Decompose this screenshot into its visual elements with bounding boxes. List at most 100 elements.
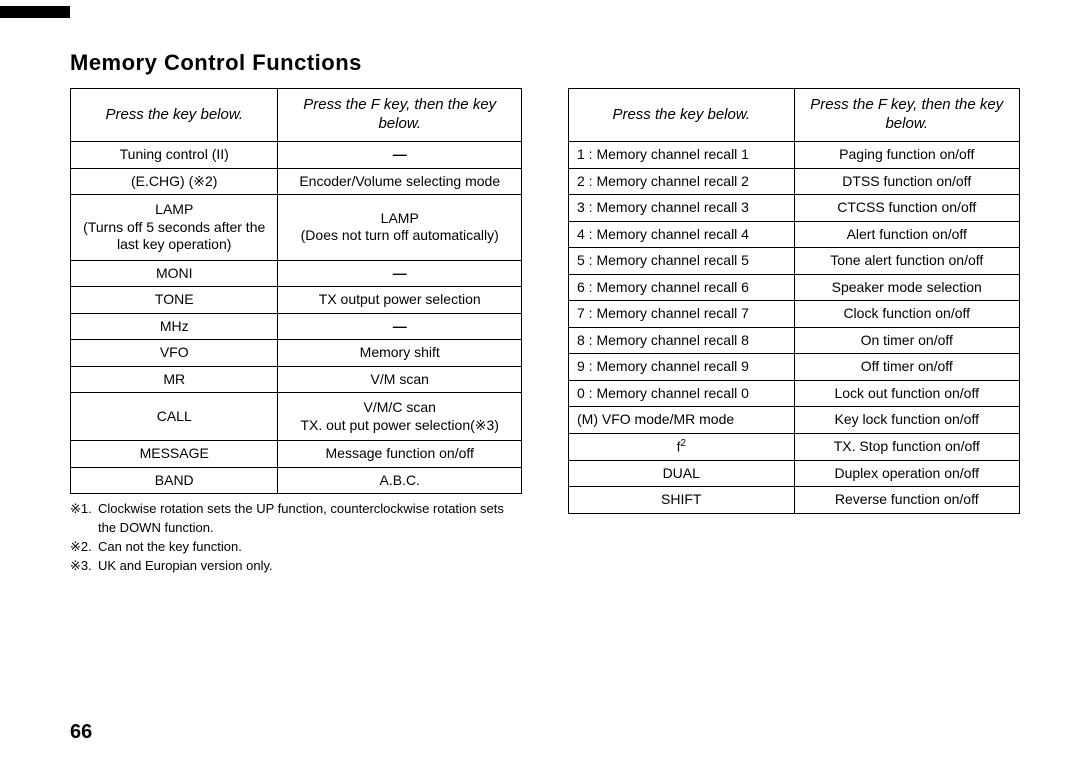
table-row: 2 : Memory channel recall 2DTSS function… bbox=[569, 168, 1020, 195]
key-cell: (M) VFO mode/MR mode bbox=[569, 407, 795, 434]
fkey-cell: Reverse function on/off bbox=[794, 487, 1020, 514]
key-cell: MR bbox=[71, 366, 278, 393]
footnotes: ※1.Clockwise rotation sets the UP functi… bbox=[70, 500, 522, 575]
fkey-cell: V/M scan bbox=[278, 366, 522, 393]
fkey-cell: Clock function on/off bbox=[794, 301, 1020, 328]
footnote-symbol: ※3. bbox=[70, 557, 98, 576]
key-cell: MESSAGE bbox=[71, 441, 278, 468]
header-press-key: Press the key below. bbox=[569, 89, 795, 142]
table-row: MHz— bbox=[71, 313, 522, 340]
fkey-cell: TX output power selection bbox=[278, 287, 522, 314]
footnote-symbol: ※1. bbox=[70, 500, 98, 538]
fkey-cell: DTSS function on/off bbox=[794, 168, 1020, 195]
key-cell: 5 : Memory channel recall 5 bbox=[569, 248, 795, 275]
key-cell: BAND bbox=[71, 467, 278, 494]
key-cell: 0 : Memory channel recall 0 bbox=[569, 380, 795, 407]
key-cell: (E.CHG) (※2) bbox=[71, 168, 278, 195]
fkey-cell: — bbox=[278, 313, 522, 340]
table-row: Tuning control (II)— bbox=[71, 142, 522, 169]
fkey-cell: LAMP(Does not turn off automatically) bbox=[278, 195, 522, 261]
footnote-text: Clockwise rotation sets the UP function,… bbox=[98, 500, 522, 538]
fkey-cell: Duplex operation on/off bbox=[794, 460, 1020, 487]
table-header-row: Press the key below. Press the F key, th… bbox=[569, 89, 1020, 142]
key-cell: 4 : Memory channel recall 4 bbox=[569, 221, 795, 248]
header-press-f-key: Press the F key, then the key below. bbox=[278, 89, 522, 142]
fkey-cell: Tone alert function on/off bbox=[794, 248, 1020, 275]
table-row: CALLV/M/C scanTX. out put power selectio… bbox=[71, 393, 522, 441]
key-cell: 7 : Memory channel recall 7 bbox=[569, 301, 795, 328]
left-column: Press the key below. Press the F key, th… bbox=[70, 88, 522, 575]
table-row: TONETX output power selection bbox=[71, 287, 522, 314]
page-number: 66 bbox=[70, 721, 92, 744]
key-cell: 3 : Memory channel recall 3 bbox=[569, 195, 795, 222]
key-cell: VFO bbox=[71, 340, 278, 367]
manual-page: Memory Control Functions Press the key b… bbox=[0, 0, 1080, 766]
key-cell: MHz bbox=[71, 313, 278, 340]
table-row: 3 : Memory channel recall 3CTCSS functio… bbox=[569, 195, 1020, 222]
table-row: 0 : Memory channel recall 0Lock out func… bbox=[569, 380, 1020, 407]
table-row: 9 : Memory channel recall 9Off timer on/… bbox=[569, 354, 1020, 381]
key-cell: LAMP(Turns off 5 seconds after the last … bbox=[71, 195, 278, 261]
fkey-cell: On timer on/off bbox=[794, 327, 1020, 354]
table-row: 8 : Memory channel recall 8On timer on/o… bbox=[569, 327, 1020, 354]
key-cell: 6 : Memory channel recall 6 bbox=[569, 274, 795, 301]
key-cell: SHIFT bbox=[569, 487, 795, 514]
fkey-cell: — bbox=[278, 260, 522, 287]
fkey-cell: Memory shift bbox=[278, 340, 522, 367]
table-row: (M) VFO mode/MR modeKey lock function on… bbox=[569, 407, 1020, 434]
footnote: ※3.UK and Europian version only. bbox=[70, 557, 522, 576]
fkey-cell: V/M/C scanTX. out put power selection(※3… bbox=[278, 393, 522, 441]
key-cell: CALL bbox=[71, 393, 278, 441]
table-row: 4 : Memory channel recall 4Alert functio… bbox=[569, 221, 1020, 248]
footnote-text: UK and Europian version only. bbox=[98, 557, 273, 576]
functions-table-right: Press the key below. Press the F key, th… bbox=[568, 88, 1020, 514]
fkey-cell: Speaker mode selection bbox=[794, 274, 1020, 301]
fkey-cell: — bbox=[278, 142, 522, 169]
table-row: (E.CHG) (※2)Encoder/Volume selecting mod… bbox=[71, 168, 522, 195]
table-header-row: Press the key below. Press the F key, th… bbox=[71, 89, 522, 142]
table-row: 7 : Memory channel recall 7Clock functio… bbox=[569, 301, 1020, 328]
table-row: BANDA.B.C. bbox=[71, 467, 522, 494]
header-press-f-key: Press the F key, then the key below. bbox=[794, 89, 1020, 142]
key-cell: 8 : Memory channel recall 8 bbox=[569, 327, 795, 354]
fkey-cell: Off timer on/off bbox=[794, 354, 1020, 381]
fkey-cell: Lock out function on/off bbox=[794, 380, 1020, 407]
fkey-cell: Message function on/off bbox=[278, 441, 522, 468]
fkey-cell: A.B.C. bbox=[278, 467, 522, 494]
footnote-symbol: ※2. bbox=[70, 538, 98, 557]
content-columns: Press the key below. Press the F key, th… bbox=[70, 88, 1020, 575]
fkey-cell: Key lock function on/off bbox=[794, 407, 1020, 434]
table-row: 1 : Memory channel recall 1Paging functi… bbox=[569, 142, 1020, 169]
key-cell: 9 : Memory channel recall 9 bbox=[569, 354, 795, 381]
key-cell: f2 bbox=[569, 433, 795, 460]
footnote: ※1.Clockwise rotation sets the UP functi… bbox=[70, 500, 522, 538]
key-cell: MONI bbox=[71, 260, 278, 287]
scan-artifact bbox=[0, 6, 70, 18]
key-cell: Tuning control (II) bbox=[71, 142, 278, 169]
table-row: MONI— bbox=[71, 260, 522, 287]
key-cell: 2 : Memory channel recall 2 bbox=[569, 168, 795, 195]
fkey-cell: CTCSS function on/off bbox=[794, 195, 1020, 222]
key-cell: DUAL bbox=[569, 460, 795, 487]
right-column: Press the key below. Press the F key, th… bbox=[568, 88, 1020, 514]
fkey-cell: Alert function on/off bbox=[794, 221, 1020, 248]
table-row: SHIFTReverse function on/off bbox=[569, 487, 1020, 514]
header-press-key: Press the key below. bbox=[71, 89, 278, 142]
fkey-cell: Paging function on/off bbox=[794, 142, 1020, 169]
footnote: ※2.Can not the key function. bbox=[70, 538, 522, 557]
table-row: f2TX. Stop function on/off bbox=[569, 433, 1020, 460]
fkey-cell: Encoder/Volume selecting mode bbox=[278, 168, 522, 195]
page-title: Memory Control Functions bbox=[70, 50, 1020, 76]
table-row: 5 : Memory channel recall 5Tone alert fu… bbox=[569, 248, 1020, 275]
table-row: MRV/M scan bbox=[71, 366, 522, 393]
table-row: LAMP(Turns off 5 seconds after the last … bbox=[71, 195, 522, 261]
functions-table-left: Press the key below. Press the F key, th… bbox=[70, 88, 522, 494]
table-row: 6 : Memory channel recall 6Speaker mode … bbox=[569, 274, 1020, 301]
key-cell: TONE bbox=[71, 287, 278, 314]
table-row: DUALDuplex operation on/off bbox=[569, 460, 1020, 487]
table-row: MESSAGEMessage function on/off bbox=[71, 441, 522, 468]
key-cell: 1 : Memory channel recall 1 bbox=[569, 142, 795, 169]
fkey-cell: TX. Stop function on/off bbox=[794, 433, 1020, 460]
footnote-text: Can not the key function. bbox=[98, 538, 242, 557]
table-row: VFOMemory shift bbox=[71, 340, 522, 367]
